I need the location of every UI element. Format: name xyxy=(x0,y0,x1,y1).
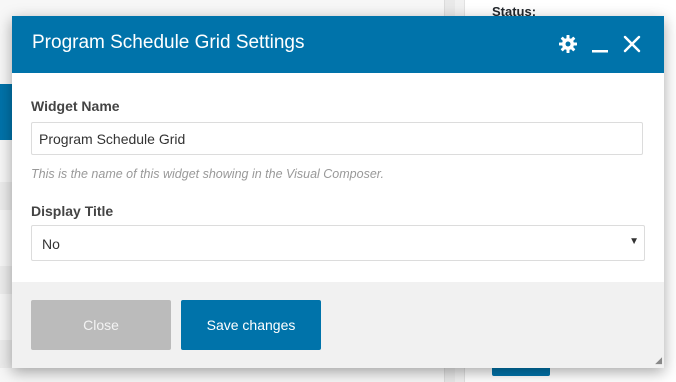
modal-footer: Close Save changes ◢ xyxy=(12,282,664,368)
close-button[interactable]: Close xyxy=(31,300,171,350)
minimize-icon[interactable] xyxy=(590,34,610,54)
widget-name-hint: This is the name of this widget showing … xyxy=(31,167,384,181)
dropdown-arrow-icon: ▼ xyxy=(629,236,639,247)
display-title-value: No xyxy=(42,236,60,252)
header-icons xyxy=(558,34,642,54)
modal-body: Widget Name This is the name of this wid… xyxy=(12,73,664,282)
widget-name-label: Widget Name xyxy=(31,98,120,114)
widget-name-input[interactable] xyxy=(31,122,643,155)
settings-modal: Program Schedule Grid Settings Widget Na… xyxy=(12,16,664,368)
modal-header: Program Schedule Grid Settings xyxy=(12,16,664,73)
display-title-label: Display Title xyxy=(31,203,114,219)
display-title-select[interactable]: No ▼ xyxy=(31,225,645,261)
gear-icon[interactable] xyxy=(558,34,578,54)
save-changes-button[interactable]: Save changes xyxy=(181,300,321,350)
resize-grip-icon[interactable]: ◢ xyxy=(655,355,662,366)
modal-title: Program Schedule Grid Settings xyxy=(32,32,305,53)
close-icon[interactable] xyxy=(622,34,642,54)
